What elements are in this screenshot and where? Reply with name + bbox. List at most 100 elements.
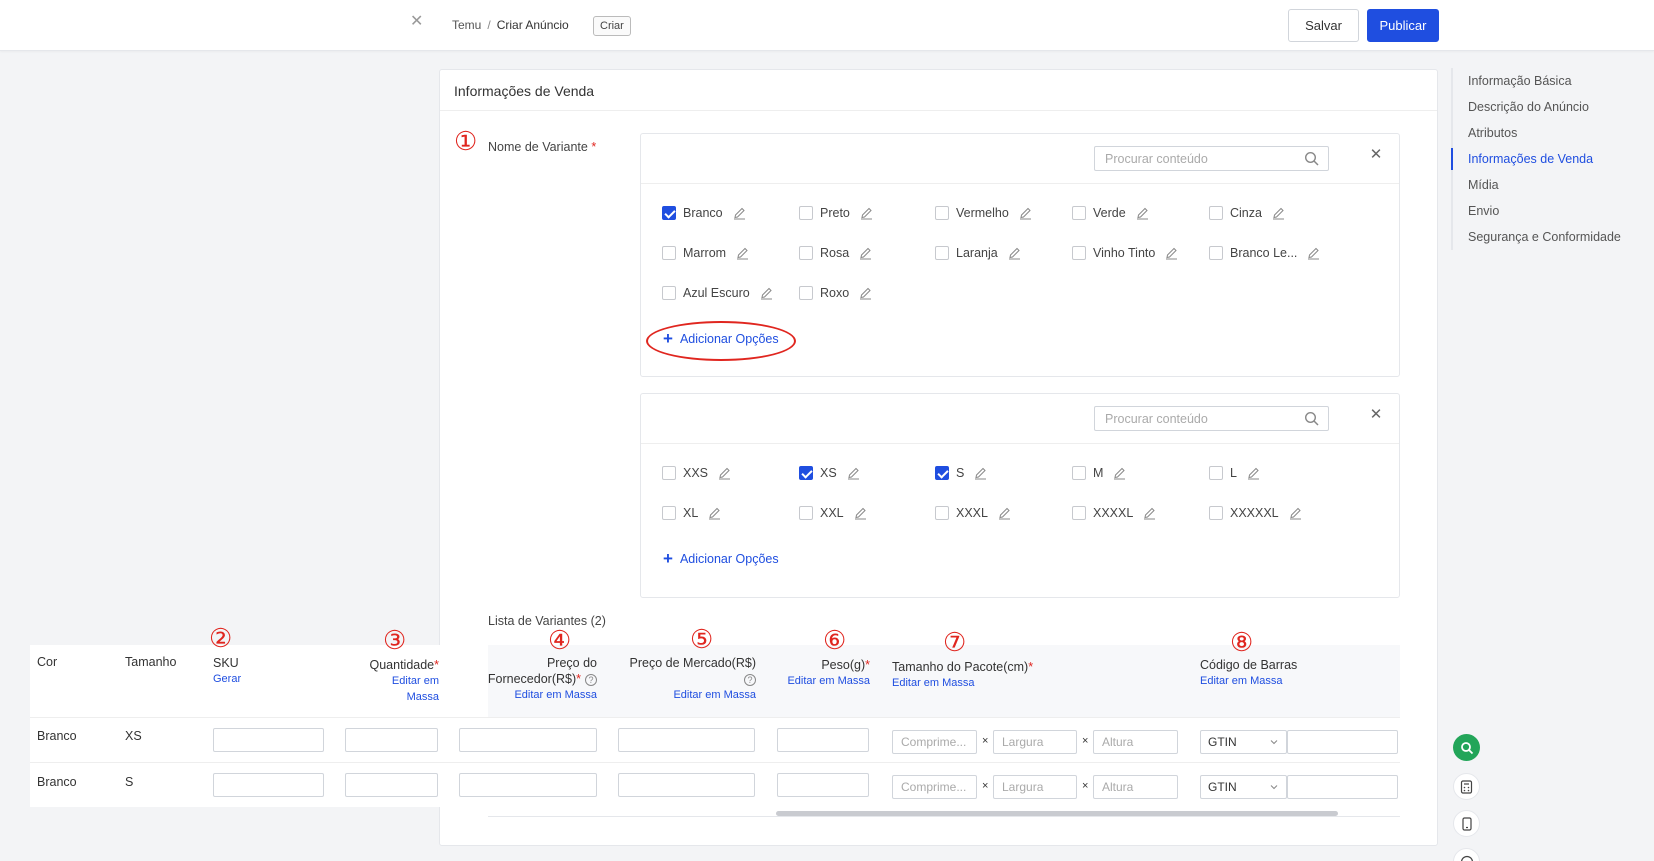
bulk-edit-preco-mercado-link[interactable]: Editar em Massa xyxy=(620,687,756,703)
pencil-icon[interactable] xyxy=(1289,507,1302,520)
checkbox[interactable] xyxy=(1209,246,1223,260)
checkbox[interactable] xyxy=(935,246,949,260)
barcode-input[interactable] xyxy=(1287,730,1398,754)
search-icon[interactable] xyxy=(1304,151,1320,167)
option-azul-escuro[interactable]: Azul Escuro xyxy=(662,284,773,302)
preco-fornecedor-input[interactable] xyxy=(459,728,597,752)
nav-item-attributes[interactable]: Atributos xyxy=(1453,120,1641,146)
mobile-preview-fab[interactable] xyxy=(1453,810,1480,837)
checkbox[interactable] xyxy=(662,466,676,480)
bulk-edit-tamanho-pacote-link[interactable]: Editar em Massa xyxy=(892,675,1033,691)
quantidade-input[interactable] xyxy=(345,728,438,752)
pencil-icon[interactable] xyxy=(1019,207,1032,220)
largura-input[interactable]: Largura xyxy=(993,730,1077,754)
option-roxo[interactable]: Roxo xyxy=(799,284,872,302)
size-search[interactable] xyxy=(1094,406,1329,431)
checkbox[interactable] xyxy=(799,466,813,480)
quantidade-input[interactable] xyxy=(345,773,438,797)
size-search-input[interactable] xyxy=(1095,407,1295,430)
close-icon[interactable]: ✕ xyxy=(1369,147,1383,162)
checkbox[interactable] xyxy=(662,506,676,520)
pencil-icon[interactable] xyxy=(1247,467,1260,480)
pencil-icon[interactable] xyxy=(1143,507,1156,520)
checkbox[interactable] xyxy=(1209,466,1223,480)
option-vermelho[interactable]: Vermelho xyxy=(935,204,1032,222)
comprimento-input[interactable]: Comprime... xyxy=(892,730,977,754)
help-fab[interactable] xyxy=(1453,848,1480,861)
pencil-icon[interactable] xyxy=(859,247,872,260)
checkbox[interactable] xyxy=(935,506,949,520)
publish-button[interactable]: Publicar xyxy=(1367,9,1439,42)
nav-item-sales-info[interactable]: Informações de Venda xyxy=(1451,146,1641,172)
color-search[interactable] xyxy=(1094,146,1329,171)
search-icon[interactable] xyxy=(1304,411,1320,427)
pencil-icon[interactable] xyxy=(1272,207,1285,220)
save-button[interactable]: Salvar xyxy=(1288,9,1359,42)
checkbox[interactable] xyxy=(1209,506,1223,520)
close-icon[interactable]: ✕ xyxy=(410,14,424,30)
bulk-edit-preco-fornecedor-link[interactable]: Editar em Massa xyxy=(468,687,597,703)
option-l[interactable]: L xyxy=(1209,464,1260,482)
checkbox[interactable] xyxy=(1209,206,1223,220)
pencil-icon[interactable] xyxy=(1113,467,1126,480)
option-xxxxl[interactable]: XXXXL xyxy=(1072,504,1156,522)
help-icon[interactable]: ? xyxy=(585,673,597,686)
option-verde[interactable]: Verde xyxy=(1072,204,1149,222)
sku-input[interactable] xyxy=(213,773,324,797)
checkbox[interactable] xyxy=(935,466,949,480)
pencil-icon[interactable] xyxy=(847,467,860,480)
option-xxs[interactable]: XXS xyxy=(662,464,731,482)
pencil-icon[interactable] xyxy=(1307,247,1320,260)
help-icon[interactable]: ? xyxy=(744,673,756,686)
calculator-fab[interactable] xyxy=(1453,773,1480,800)
pencil-icon[interactable] xyxy=(974,467,987,480)
checkbox[interactable] xyxy=(799,506,813,520)
horizontal-scrollbar[interactable] xyxy=(776,811,1338,816)
nav-item-description[interactable]: Descrição do Anúncio xyxy=(1453,94,1641,120)
comprimento-input[interactable]: Comprime... xyxy=(892,775,977,799)
sku-input[interactable] xyxy=(213,728,324,752)
preco-fornecedor-input[interactable] xyxy=(459,773,597,797)
option-xl[interactable]: XL xyxy=(662,504,721,522)
option-xxl[interactable]: XXL xyxy=(799,504,867,522)
altura-input[interactable]: Altura xyxy=(1093,775,1178,799)
peso-input[interactable] xyxy=(777,728,869,752)
barcode-type-select[interactable]: GTIN xyxy=(1200,730,1287,754)
pencil-icon[interactable] xyxy=(1136,207,1149,220)
option-s[interactable]: S xyxy=(935,464,987,482)
option-xs[interactable]: XS xyxy=(799,464,860,482)
barcode-type-select[interactable]: GTIN xyxy=(1200,775,1287,799)
preco-mercado-input[interactable] xyxy=(618,773,755,797)
nav-item-safety[interactable]: Segurança e Conformidade xyxy=(1453,224,1641,250)
checkbox[interactable] xyxy=(799,286,813,300)
pencil-icon[interactable] xyxy=(860,207,873,220)
nav-item-media[interactable]: Mídia xyxy=(1453,172,1641,198)
breadcrumb-root[interactable]: Temu xyxy=(452,18,481,32)
checkbox[interactable] xyxy=(799,206,813,220)
checkbox[interactable] xyxy=(1072,206,1086,220)
pencil-icon[interactable] xyxy=(998,507,1011,520)
pencil-icon[interactable] xyxy=(760,287,773,300)
pencil-icon[interactable] xyxy=(736,247,749,260)
option-branco-le[interactable]: Branco Le... xyxy=(1209,244,1320,262)
option-rosa[interactable]: Rosa xyxy=(799,244,872,262)
bulk-edit-codigo-barras-link[interactable]: Editar em Massa xyxy=(1200,673,1297,689)
option-marrom[interactable]: Marrom xyxy=(662,244,749,262)
generate-sku-link[interactable]: Gerar xyxy=(213,671,241,687)
barcode-input[interactable] xyxy=(1287,775,1398,799)
checkbox[interactable] xyxy=(1072,466,1086,480)
pencil-icon[interactable] xyxy=(1165,247,1178,260)
pencil-icon[interactable] xyxy=(718,467,731,480)
option-xxxl[interactable]: XXXL xyxy=(935,504,1011,522)
color-search-input[interactable] xyxy=(1095,147,1295,170)
close-icon[interactable]: ✕ xyxy=(1369,407,1383,422)
preco-mercado-input[interactable] xyxy=(618,728,755,752)
option-branco[interactable]: Branco xyxy=(662,204,746,222)
altura-input[interactable]: Altura xyxy=(1093,730,1178,754)
add-size-options-button[interactable]: + Adicionar Opções xyxy=(663,550,779,567)
pencil-icon[interactable] xyxy=(708,507,721,520)
pencil-icon[interactable] xyxy=(854,507,867,520)
nav-item-shipping[interactable]: Envio xyxy=(1453,198,1641,224)
checkbox[interactable] xyxy=(799,246,813,260)
pencil-icon[interactable] xyxy=(1008,247,1021,260)
